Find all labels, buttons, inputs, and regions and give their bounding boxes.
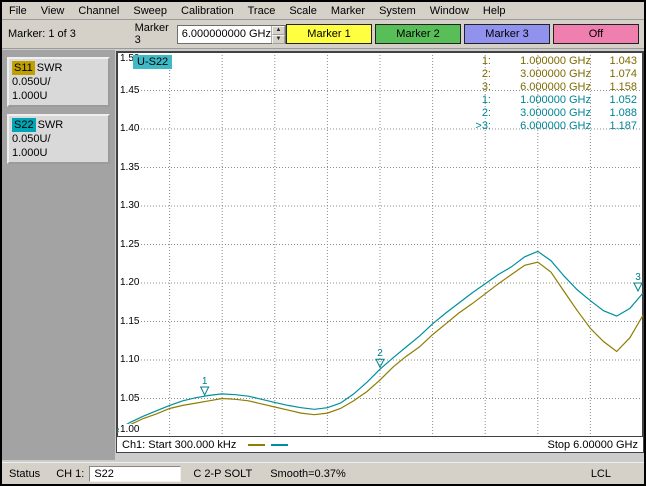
menu-window[interactable]: Window xyxy=(423,2,476,19)
sweep-stop-label: Stop 6.00000 GHz xyxy=(547,439,638,451)
active-trace-label: U-S22 xyxy=(133,55,172,69)
marker-spinner-label: Marker 3 xyxy=(135,22,171,46)
trace-s11-scale: 0.050U/ xyxy=(12,75,105,89)
menu-system[interactable]: System xyxy=(372,2,423,19)
status-bar: Status CH 1: S22 C 2-P SOLT Smooth=0.37%… xyxy=(2,462,644,484)
menu-file[interactable]: File xyxy=(2,2,34,19)
y-axis-label: 1.20 xyxy=(119,277,140,289)
y-axis-label: 1.15 xyxy=(119,316,140,328)
y-axis-label: 1.05 xyxy=(119,393,140,405)
up-arrow-icon: ▲ xyxy=(276,27,282,33)
readout-marker-number: >3: xyxy=(467,120,491,133)
readout-marker-number: 2: xyxy=(467,68,491,81)
marker-2-button[interactable]: Marker 2 xyxy=(375,24,461,44)
readout-frequency: 6.000000 GHz xyxy=(491,120,591,133)
smoothing-status: Smooth=0.37% xyxy=(270,468,346,480)
y-axis-label: 1.45 xyxy=(119,85,140,97)
spinner-down-button[interactable]: ▼ xyxy=(272,35,285,44)
marker-frequency-spinner[interactable]: 6.000000000 GHz ▲ ▼ xyxy=(177,25,286,44)
readout-value: 1.158 xyxy=(591,81,637,94)
readout-value: 1.052 xyxy=(591,94,637,107)
y-axis-label: 1.35 xyxy=(119,162,140,174)
y-axis-label: 1.00 xyxy=(119,424,140,436)
chart-marker-number: 2 xyxy=(377,348,383,359)
menu-view[interactable]: View xyxy=(34,2,72,19)
readout-row-s11-m1: 1:1.000000 GHz1.043 xyxy=(467,55,637,68)
s11-trace-legend-swatch xyxy=(248,444,265,446)
lcl-indicator: LCL xyxy=(591,468,611,480)
y-axis-label: 1.10 xyxy=(119,354,140,366)
marker-toolbar: Marker: 1 of 3 Marker 3 6.000000000 GHz … xyxy=(2,20,644,49)
spinner-buttons: ▲ ▼ xyxy=(271,26,285,43)
trace-s11-selector[interactable]: S11SWR 0.050U/ 1.000U xyxy=(7,57,110,107)
readout-row-s11-m3: 3:6.000000 GHz1.158 xyxy=(467,81,637,94)
sweep-start-label: Ch1: Start 300.000 kHz xyxy=(122,439,236,451)
active-measurement-field[interactable]: S22 xyxy=(89,466,181,482)
calibration-status: C 2-P SOLT xyxy=(193,468,252,480)
readout-frequency: 3.000000 GHz xyxy=(491,68,591,81)
marker-buttons-group: Marker 1 Marker 2 Marker 3 Off xyxy=(286,24,639,44)
readout-frequency: 6.000000 GHz xyxy=(491,81,591,94)
menu-bar: File View Channel Sweep Calibration Trac… xyxy=(2,2,644,20)
menu-sweep[interactable]: Sweep xyxy=(126,2,174,19)
chart-marker-number: 1 xyxy=(202,376,208,387)
trace-s22-format: SWR xyxy=(38,119,64,131)
menu-help[interactable]: Help xyxy=(476,2,513,19)
spinner-up-button[interactable]: ▲ xyxy=(272,26,285,35)
trace-s11-format: SWR xyxy=(37,62,63,74)
menu-trace[interactable]: Trace xyxy=(241,2,283,19)
readout-value: 1.088 xyxy=(591,107,637,120)
readout-frequency: 1.000000 GHz xyxy=(491,94,591,107)
vna-window: File View Channel Sweep Calibration Trac… xyxy=(0,0,646,486)
readout-value: 1.074 xyxy=(591,68,637,81)
chart-marker-3[interactable] xyxy=(634,283,642,291)
menu-channel[interactable]: Channel xyxy=(71,2,126,19)
readout-value: 1.187 xyxy=(591,120,637,133)
readout-row-s22-m1: 1:1.000000 GHz1.052 xyxy=(467,94,637,107)
menu-scale[interactable]: Scale xyxy=(282,2,324,19)
trace-sidebar: S11SWR 0.050U/ 1.000U S22SWR 0.050U/ 1.0… xyxy=(2,50,115,460)
trace-s22-selector[interactable]: S22SWR 0.050U/ 1.000U xyxy=(7,114,110,164)
marker-frequency-value[interactable]: 6.000000000 GHz xyxy=(178,26,271,43)
marker-readout-table: 1:1.000000 GHz1.043 2:3.000000 GHz1.074 … xyxy=(467,55,637,133)
readout-row-s11-m2: 2:3.000000 GHz1.074 xyxy=(467,68,637,81)
y-axis-label: 1.30 xyxy=(119,200,140,212)
readout-marker-number: 2: xyxy=(467,107,491,120)
readout-marker-number: 3: xyxy=(467,81,491,94)
readout-frequency: 1.000000 GHz xyxy=(491,55,591,68)
channel-label: CH 1: xyxy=(56,468,84,480)
menu-marker[interactable]: Marker xyxy=(324,2,372,19)
chart-panel: 123 1.501.451.401.351.301.251.201.151.10… xyxy=(116,51,644,453)
readout-frequency: 3.000000 GHz xyxy=(491,107,591,120)
y-axis-label: 1.25 xyxy=(119,239,140,251)
chart-marker-1[interactable] xyxy=(201,387,209,395)
menu-calibration[interactable]: Calibration xyxy=(174,2,241,19)
trace-s22-scale: 0.050U/ xyxy=(12,132,105,146)
s22-trace-legend-swatch xyxy=(271,444,288,446)
trace-s11-badge: S11 xyxy=(12,61,35,75)
marker-1-button[interactable]: Marker 1 xyxy=(286,24,372,44)
chart-marker-number: 3 xyxy=(635,272,641,283)
y-axis-label: 1.40 xyxy=(119,123,140,135)
readout-marker-number: 1: xyxy=(467,55,491,68)
trace-s22-ref-level: 1.000U xyxy=(12,146,105,160)
trace-s11-ref-level: 1.000U xyxy=(12,89,105,103)
chart-footer: Ch1: Start 300.000 kHz Stop 6.00000 GHz xyxy=(117,437,643,452)
readout-row-s22-m3: >3:6.000000 GHz1.187 xyxy=(467,120,637,133)
readout-marker-number: 1: xyxy=(467,94,491,107)
marker-status-label: Marker: 1 of 3 xyxy=(8,28,135,40)
marker-off-button[interactable]: Off xyxy=(553,24,639,44)
marker-3-button[interactable]: Marker 3 xyxy=(464,24,550,44)
trace-s22-badge: S22 xyxy=(12,118,36,132)
status-label: Status xyxy=(9,468,40,480)
down-arrow-icon: ▼ xyxy=(276,36,282,42)
trace-s11-title: S11SWR xyxy=(12,61,105,75)
trace-s22-title: S22SWR xyxy=(12,118,105,132)
readout-row-s22-m2: 2:3.000000 GHz1.088 xyxy=(467,107,637,120)
readout-value: 1.043 xyxy=(591,55,637,68)
